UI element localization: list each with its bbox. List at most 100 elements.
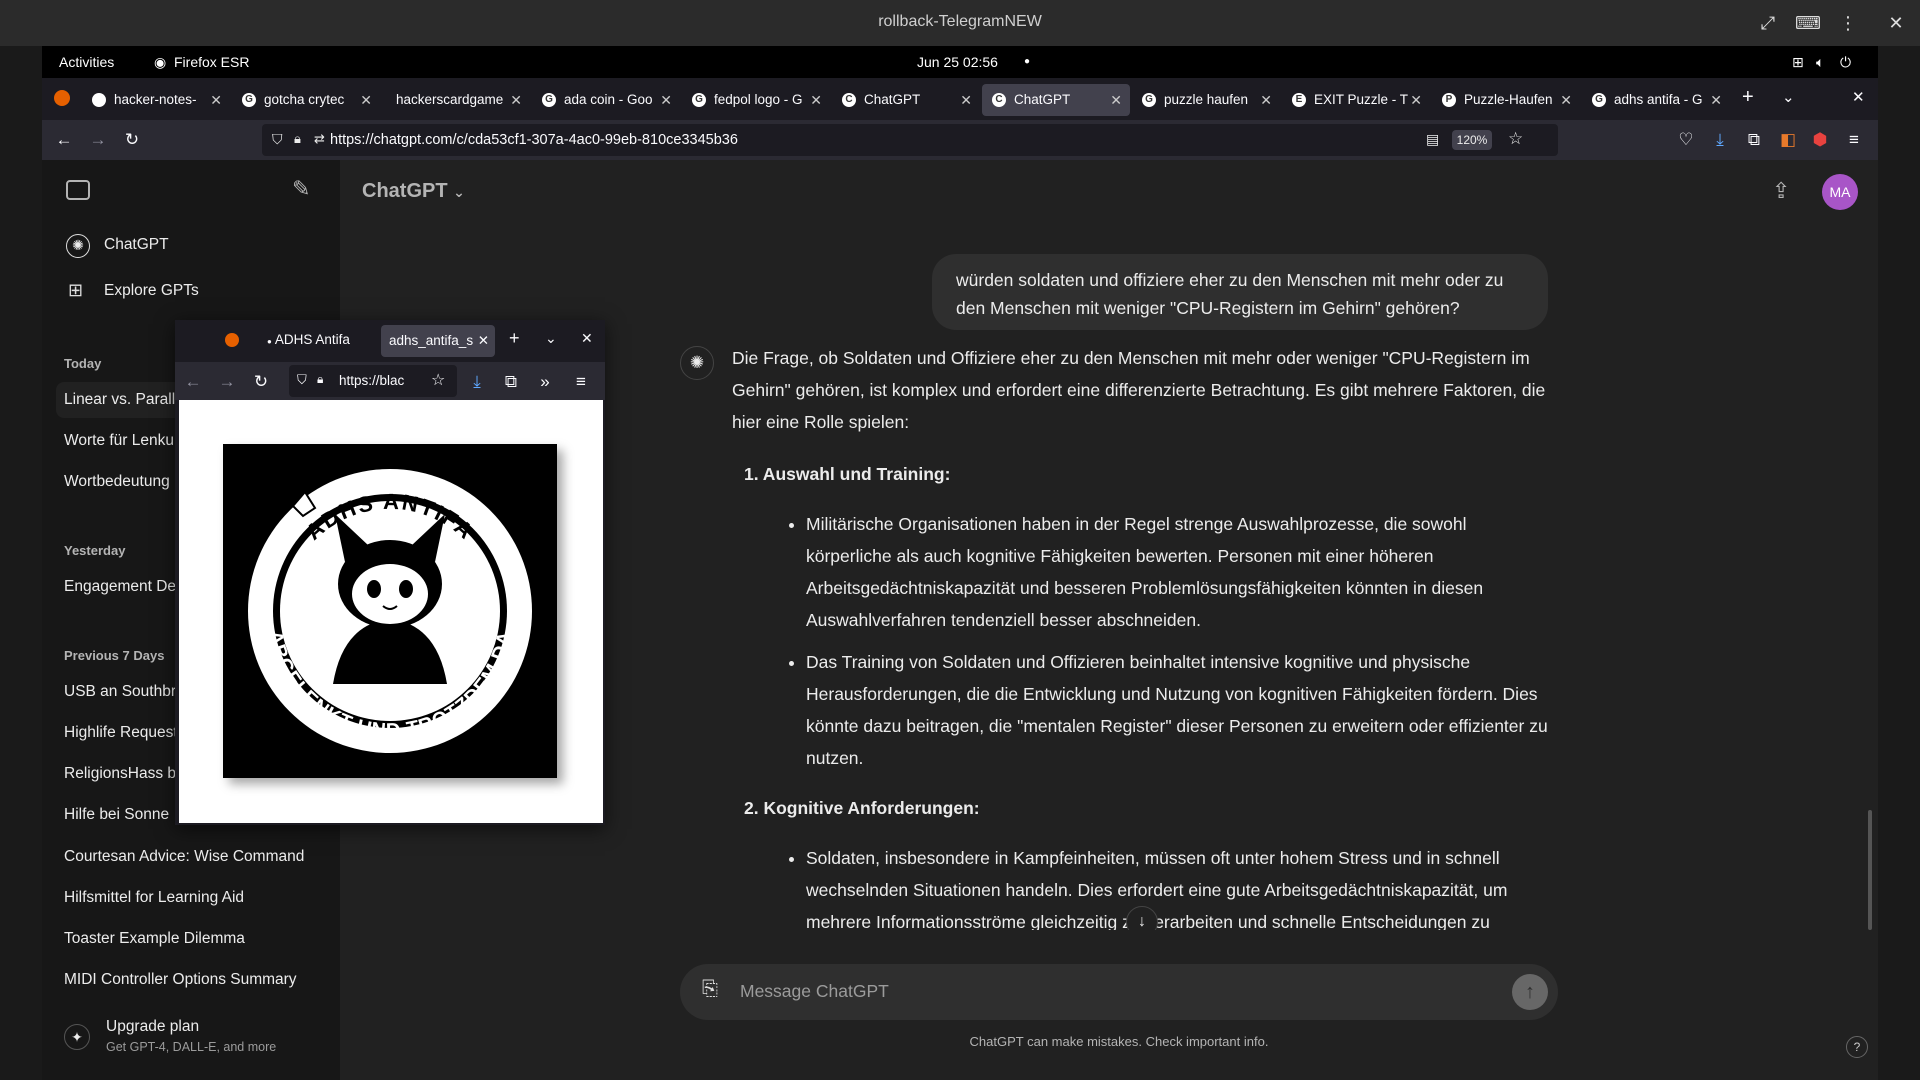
sidebar-item-chatgpt[interactable]: ChatGPT	[104, 236, 358, 254]
downloads-icon[interactable]: ⤓	[1708, 129, 1732, 151]
new-chat-icon[interactable]: ✎	[292, 176, 310, 202]
window-title: rollback-TelegramNEW	[878, 13, 1042, 30]
tab-label: puzzle haufen	[1164, 92, 1249, 107]
reload-icon[interactable]: ↻	[120, 129, 144, 151]
network-icon[interactable]: ⊞	[1792, 54, 1804, 71]
tab-close-icon[interactable]: ✕	[660, 84, 672, 116]
downloads-icon[interactable]: ⤓	[465, 371, 489, 393]
tab-6[interactable]: C ChatGPT ✕	[832, 84, 980, 116]
forward-icon[interactable]: →	[215, 371, 239, 393]
extensions-icon[interactable]: ⧉	[499, 371, 523, 393]
tab-dot-icon: ●	[267, 337, 272, 346]
shield-icon[interactable]: ⛉	[297, 372, 307, 388]
zoom-indicator[interactable]: 120%	[1452, 130, 1492, 150]
firefox-view-icon[interactable]	[54, 90, 70, 106]
popup-firefox-window[interactable]: ● ADHS Antifa adhs_antifa_s ✕ + ⌄ ✕ ← → ↻…	[175, 320, 605, 825]
close-icon[interactable]: ✕	[1880, 8, 1912, 38]
tab-list-icon[interactable]: ⌄	[1782, 88, 1795, 106]
keyboard-icon[interactable]: ⌨	[1792, 8, 1824, 38]
url-bar[interactable]: ⛉ 🔒︎ ⇄ https://chatgpt.com/c/cda53cf1-30…	[262, 124, 1558, 156]
tab-close-icon[interactable]: ✕	[1710, 84, 1722, 116]
tab-list-icon[interactable]: ⌄	[545, 330, 557, 347]
hamburger-menu-icon[interactable]: ≡	[1842, 129, 1866, 151]
assistant-avatar-icon: ✺	[680, 346, 714, 380]
avatar[interactable]: MA	[1822, 174, 1858, 210]
model-selector[interactable]: ChatGPT ⌄	[362, 180, 465, 203]
popup-tab-2-active[interactable]: adhs_antifa_s ✕	[381, 325, 495, 357]
sidebar-chat-item[interactable]: Hilfsmittel for Learning Aid	[64, 889, 318, 907]
shield-icon[interactable]: ⛉	[272, 131, 283, 148]
extensions-icon[interactable]: ⧉	[1742, 129, 1766, 151]
google-icon: G	[1142, 93, 1156, 107]
tab-close-icon[interactable]: ✕	[810, 84, 822, 116]
hamburger-menu-icon[interactable]: ≡	[569, 371, 593, 393]
app-menu[interactable]: Firefox ESR	[174, 54, 249, 70]
fullscreen-icon[interactable]: ⤢	[1752, 8, 1784, 38]
tab-2[interactable]: Ggotcha crytec ✕	[232, 84, 380, 116]
tab-close-icon[interactable]: ✕	[960, 84, 972, 116]
tab-close-icon[interactable]: ✕	[510, 84, 522, 116]
kebab-menu-icon[interactable]: ⋮	[1832, 8, 1864, 38]
new-tab-icon[interactable]: +	[509, 328, 520, 349]
tab-9[interactable]: E EXIT Puzzle - T ✕	[1282, 84, 1430, 116]
reader-view-icon[interactable]: ▤	[1426, 131, 1439, 148]
sidebar-toggle-icon[interactable]	[66, 180, 90, 200]
tab-10[interactable]: P Puzzle-Haufen ✕	[1432, 84, 1580, 116]
sidebar-chat-item[interactable]: Courtesan Advice: Wise Command	[64, 848, 318, 866]
model-name: ChatGPT	[362, 180, 448, 202]
sidebar-chat-item[interactable]: MIDI Controller Options Summary	[64, 971, 318, 989]
reload-icon[interactable]: ↻	[249, 371, 273, 393]
scrollbar[interactable]	[1868, 810, 1872, 930]
tab-8[interactable]: Gpuzzle haufen ✕	[1132, 84, 1280, 116]
share-icon[interactable]: ⇪	[1772, 178, 1790, 204]
ublock-icon[interactable]: ⬢	[1808, 129, 1832, 151]
bookmark-star-icon[interactable]: ☆	[1508, 129, 1523, 149]
extension-icon[interactable]: ◧	[1776, 129, 1800, 151]
tab-close-icon[interactable]: ✕	[478, 325, 489, 357]
tab-close-icon[interactable]: ✕	[1560, 84, 1572, 116]
sidebar-chat-item[interactable]: Toaster Example Dilemma	[64, 930, 318, 948]
popup-url-bar[interactable]: ⛉ 🔒︎ https://blac ☆	[289, 365, 457, 397]
close-window-icon[interactable]: ✕	[1852, 88, 1865, 106]
help-icon[interactable]: ?	[1846, 1036, 1868, 1058]
sidebar-item-explore-gpts[interactable]: Explore GPTs	[104, 282, 358, 300]
send-arrow-icon[interactable]: ↑	[1512, 974, 1548, 1010]
upgrade-plan-title[interactable]: Upgrade plan	[106, 1018, 199, 1036]
permissions-icon[interactable]: ⇄	[314, 131, 325, 147]
bookmark-star-icon[interactable]: ☆	[431, 370, 445, 390]
clock[interactable]: Jun 25 02:56	[917, 54, 998, 70]
url-text[interactable]: https://chatgpt.com/c/cda53cf1-307a-4ac0…	[330, 132, 738, 148]
pocket-icon[interactable]: ♡	[1674, 129, 1698, 151]
forward-icon[interactable]: →	[86, 129, 110, 151]
back-icon[interactable]: ←	[52, 129, 76, 151]
tab-close-icon[interactable]: ✕	[1110, 84, 1122, 116]
firefox-view-icon[interactable]	[225, 333, 239, 347]
tab-close-icon[interactable]: ✕	[360, 84, 372, 116]
power-icon[interactable]: ⏻	[1840, 54, 1851, 71]
close-window-icon[interactable]: ✕	[581, 330, 593, 347]
google-icon: G	[542, 93, 556, 107]
tab-close-icon[interactable]: ✕	[1260, 84, 1272, 116]
volume-icon[interactable]: 🔈︎	[1816, 54, 1824, 71]
tab-label: gotcha crytec	[264, 92, 345, 107]
attach-paperclip-icon[interactable]: ⎘	[702, 978, 718, 1001]
lock-icon[interactable]: 🔒︎	[317, 372, 323, 387]
tab-5[interactable]: Gfedpol logo - G ✕	[682, 84, 830, 116]
tab-3[interactable]: hackerscardgame ✕	[382, 84, 530, 116]
tab-label: ChatGPT	[864, 92, 921, 107]
lock-icon[interactable]: 🔒︎	[294, 131, 301, 147]
back-icon[interactable]: ←	[181, 371, 205, 393]
tab-11[interactable]: Gadhs antifa - G ✕	[1582, 84, 1730, 116]
tab-1[interactable]: hacker-notes- ✕	[82, 84, 230, 116]
tab-close-icon[interactable]: ✕	[1410, 84, 1422, 116]
popup-tab-1[interactable]: ● ADHS Antifa	[267, 332, 350, 347]
tab-4[interactable]: Gada coin - Goo ✕	[532, 84, 680, 116]
tab-7-active[interactable]: C ChatGPT ✕	[982, 84, 1130, 116]
activities-button[interactable]: Activities	[59, 54, 114, 70]
overflow-chevrons-icon[interactable]: »	[533, 371, 557, 393]
popup-url-text[interactable]: https://blac	[339, 373, 419, 388]
message-composer[interactable]: ⎘ Message ChatGPT ↑	[680, 964, 1558, 1020]
tab-close-icon[interactable]: ✕	[210, 84, 222, 116]
new-tab-icon[interactable]: +	[1742, 86, 1754, 109]
message-input[interactable]: Message ChatGPT	[740, 981, 889, 1002]
